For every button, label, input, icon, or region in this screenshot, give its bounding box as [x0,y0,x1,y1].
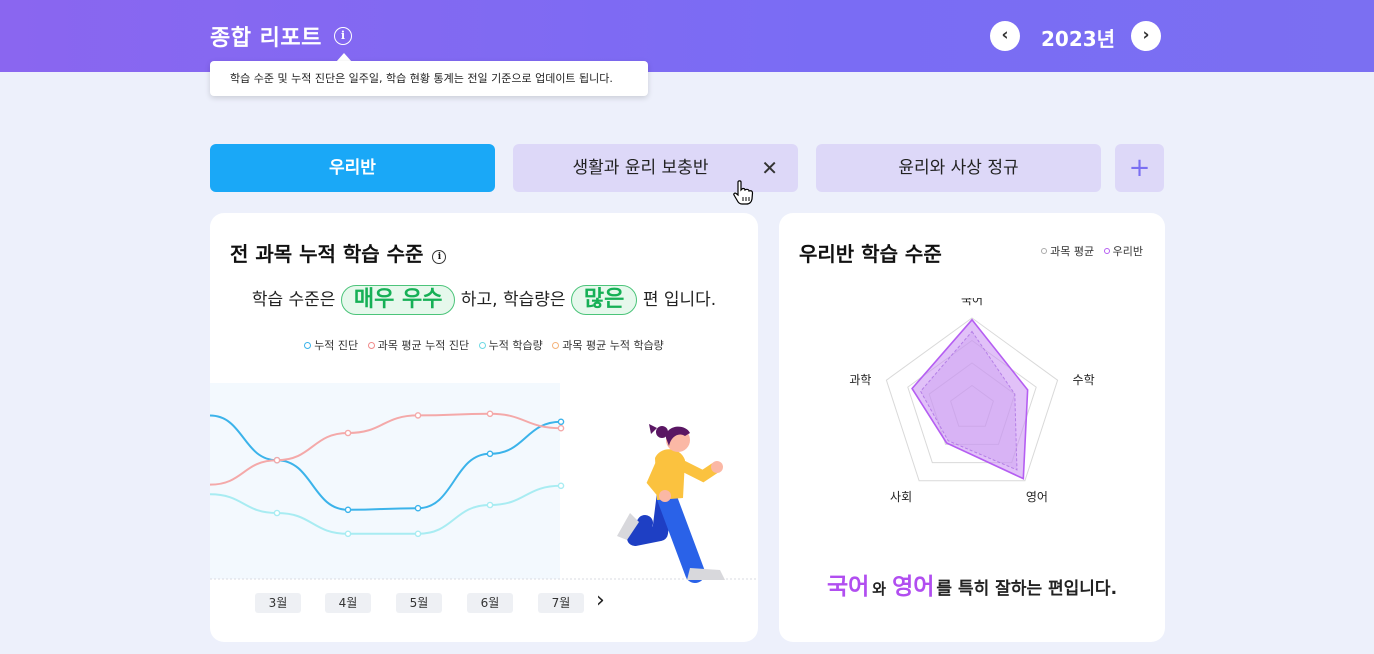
radar-legend: 과목 평균 우리반 [1041,243,1143,259]
legend-label: 누적 진단 [314,339,359,352]
data-point [486,450,494,458]
prev-year-button[interactable]: ‹ [990,21,1020,51]
data-point [486,410,494,418]
running-student-illustration [617,424,725,583]
data-point [273,456,281,464]
legend-item: 과목 평균 누적 진단 [367,337,470,353]
legend-item: 과목 평균 누적 학습량 [552,337,664,353]
data-point [273,509,281,517]
legend-label: 우리반 [1112,245,1143,258]
line-chart-legend: 누적 진단 과목 평균 누적 진단 누적 학습량 과목 평균 누적 학습량 [210,337,758,353]
tab-label: 윤리와 사상 정규 [898,158,1019,178]
legend-item: 과목 평균 [1041,245,1094,258]
legend-label: 과목 평균 누적 학습량 [562,339,664,352]
data-point [344,530,352,538]
data-point [557,418,565,426]
subject-highlight: 국어 [826,574,870,600]
summary-suffix: 편 입니다. [642,290,717,310]
data-point [486,501,494,509]
add-tab-button[interactable]: + [1115,144,1164,192]
tab-our-class[interactable]: 우리반 [210,144,495,192]
page-title: 종합 리포트 [210,26,322,51]
radar-axis-label: 과학 [849,373,871,387]
month-3[interactable]: 3월 [255,593,301,613]
cumulative-level-card: 전 과목 누적 학습 수준 i 학습 수준은 매우 우수 하고, 학습량은 많은… [210,213,758,642]
data-point [344,429,352,437]
radar-axis-label: 국어 [961,298,983,307]
legend-label: 과목 평균 누적 진단 [377,339,470,352]
radar-axis-label: 수학 [1073,373,1095,387]
radar-axis-label: 사회 [890,490,912,504]
chevron-right-icon: › [1142,25,1150,45]
close-icon[interactable]: ✕ [761,144,778,192]
card-title-text: 전 과목 누적 학습 수준 [230,242,424,266]
tab-ethics-supplement[interactable]: 생활과 윤리 보충반 ✕ [513,144,798,192]
level-summary: 학습 수준은 매우 우수 하고, 학습량은 많은 편 입니다. [210,285,758,315]
data-point [557,482,565,490]
level-badge: 매우 우수 [340,285,456,315]
subject-highlight: 영어 [892,574,935,600]
legend-item: 누적 진단 [304,337,358,353]
hand-cursor-icon [733,180,754,205]
radar-chart: 국어수학영어 사회 과학 [849,298,1095,504]
radar-axis-label: 영어 [1026,490,1048,504]
data-point [414,412,422,419]
strength-message: 국어 와 영어 를 특히 잘하는 편입니다. [779,567,1165,601]
year-label: 2023년 [1041,27,1116,51]
summary-mid: 하고, 학습량은 [460,290,566,310]
month-6[interactable]: 6월 [467,593,513,613]
month-4[interactable]: 4월 [325,593,371,613]
update-tooltip: 학습 수준 및 누적 진단은 일주일, 학습 현황 통계는 전일 기준으로 업데… [210,61,648,96]
legend-item: 누적 학습량 [478,337,543,353]
next-month-icon[interactable]: › [596,588,605,613]
info-icon[interactable]: i [334,27,352,45]
tab-ethics-regular[interactable]: 윤리와 사상 정규 [816,144,1101,192]
legend-label: 과목 평균 [1050,245,1095,258]
legend-label: 누적 학습량 [488,339,543,352]
tab-label: 생활과 윤리 보충반 [572,158,709,178]
class-level-card: 우리반 학습 수준 과목 평균 우리반 국어 수학 영어 사회 과학 국어 와 영어 를 특히… [779,213,1165,642]
data-point [557,424,565,432]
next-year-button[interactable]: › [1131,21,1161,51]
card-title: 전 과목 누적 학습 수준 i [230,238,447,267]
data-point [344,506,352,514]
month-5[interactable]: 5월 [396,593,442,613]
msg-connector: 와 [872,580,887,598]
month-7[interactable]: 7월 [538,593,584,613]
header-bar [0,0,1374,72]
amount-badge: 많은 [570,285,638,315]
data-point [414,504,422,512]
chart-highlight-area [210,383,560,579]
info-icon[interactable]: i [432,250,447,264]
summary-prefix: 학습 수준은 [251,290,336,310]
legend-item: 우리반 [1103,245,1143,258]
chevron-left-icon: ‹ [1001,25,1009,45]
plus-icon: + [1128,153,1151,183]
msg-suffix: 를 특히 잘하는 편입니다. [936,579,1118,599]
tab-label: 우리반 [329,158,376,178]
data-point [414,530,422,538]
card-title: 우리반 학습 수준 [799,242,942,266]
